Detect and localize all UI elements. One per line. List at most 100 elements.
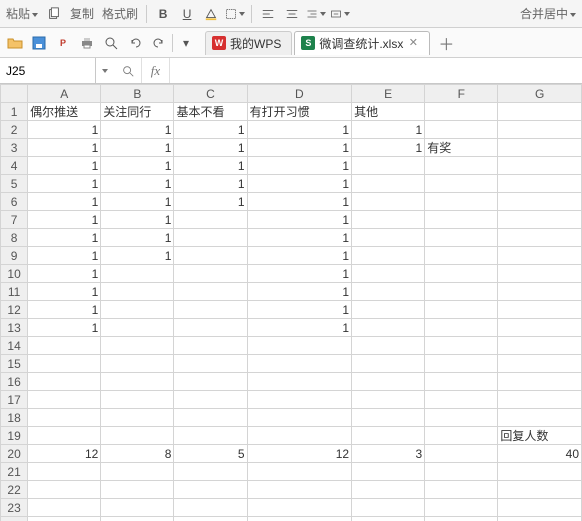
cell[interactable]: [498, 499, 582, 517]
row-header[interactable]: 15: [1, 355, 28, 373]
cell[interactable]: 其他: [352, 103, 425, 121]
row-header[interactable]: 20: [1, 445, 28, 463]
cell[interactable]: [28, 499, 101, 517]
cell[interactable]: [425, 229, 498, 247]
row-header[interactable]: 12: [1, 301, 28, 319]
cell[interactable]: [174, 373, 247, 391]
cell[interactable]: [352, 319, 425, 337]
cell[interactable]: [28, 337, 101, 355]
cell-reference-input[interactable]: [6, 64, 89, 78]
row-header[interactable]: 3: [1, 139, 28, 157]
cell[interactable]: [498, 157, 582, 175]
cell[interactable]: [352, 481, 425, 499]
cell[interactable]: [101, 409, 174, 427]
row-header[interactable]: 24: [1, 517, 28, 521]
cell[interactable]: [425, 481, 498, 499]
row-header[interactable]: 9: [1, 247, 28, 265]
col-header[interactable]: B: [101, 85, 174, 103]
cell[interactable]: 1: [101, 157, 174, 175]
cell[interactable]: [498, 229, 582, 247]
cell[interactable]: [425, 409, 498, 427]
cell[interactable]: [425, 391, 498, 409]
cell[interactable]: [425, 265, 498, 283]
cell[interactable]: [174, 301, 247, 319]
cell[interactable]: [174, 391, 247, 409]
formula-input[interactable]: [170, 58, 582, 83]
cell[interactable]: [498, 481, 582, 499]
row-header[interactable]: 1: [1, 103, 28, 121]
align-left-icon[interactable]: [258, 4, 278, 24]
cell[interactable]: 1: [247, 175, 351, 193]
cell[interactable]: [28, 391, 101, 409]
cell[interactable]: 5: [174, 445, 247, 463]
save-icon[interactable]: [28, 32, 50, 54]
cell[interactable]: 1: [247, 319, 351, 337]
cell[interactable]: [425, 301, 498, 319]
cell[interactable]: 1: [28, 139, 101, 157]
cell[interactable]: [247, 409, 351, 427]
cell[interactable]: [174, 337, 247, 355]
cell[interactable]: 1: [28, 175, 101, 193]
cell[interactable]: [352, 517, 425, 521]
cell[interactable]: [247, 481, 351, 499]
cell[interactable]: 1: [101, 193, 174, 211]
cell[interactable]: [174, 319, 247, 337]
row-header[interactable]: 8: [1, 229, 28, 247]
col-header[interactable]: F: [425, 85, 498, 103]
cell[interactable]: 1: [174, 139, 247, 157]
cell[interactable]: [174, 427, 247, 445]
cell[interactable]: 1: [28, 319, 101, 337]
cell[interactable]: [498, 391, 582, 409]
cell[interactable]: [425, 121, 498, 139]
row-header[interactable]: 16: [1, 373, 28, 391]
cell[interactable]: 1: [247, 265, 351, 283]
cell[interactable]: [247, 391, 351, 409]
copy-icon[interactable]: [44, 4, 64, 24]
cell[interactable]: [425, 355, 498, 373]
cell[interactable]: [425, 283, 498, 301]
cell[interactable]: 1: [174, 121, 247, 139]
row-header[interactable]: 2: [1, 121, 28, 139]
cell[interactable]: [352, 211, 425, 229]
cell[interactable]: 1: [28, 265, 101, 283]
row-header[interactable]: 14: [1, 337, 28, 355]
cell[interactable]: 1: [28, 229, 101, 247]
cell[interactable]: 1: [352, 139, 425, 157]
cell[interactable]: [174, 355, 247, 373]
cell[interactable]: 1: [101, 121, 174, 139]
row-header[interactable]: 5: [1, 175, 28, 193]
cell[interactable]: [247, 337, 351, 355]
underline-icon[interactable]: U: [177, 4, 197, 24]
cell[interactable]: 40: [498, 445, 582, 463]
row-header[interactable]: 4: [1, 157, 28, 175]
row-header[interactable]: 19: [1, 427, 28, 445]
cell[interactable]: [498, 103, 582, 121]
cell[interactable]: 1: [247, 211, 351, 229]
cell[interactable]: [174, 229, 247, 247]
cell[interactable]: [425, 247, 498, 265]
cell[interactable]: [498, 337, 582, 355]
row-header[interactable]: 18: [1, 409, 28, 427]
cell[interactable]: [28, 427, 101, 445]
col-header[interactable]: C: [174, 85, 247, 103]
cell[interactable]: 8: [101, 445, 174, 463]
cell[interactable]: 基本不看: [174, 103, 247, 121]
cell[interactable]: [498, 265, 582, 283]
cell[interactable]: [101, 463, 174, 481]
quickbar-more-icon[interactable]: ▾: [175, 32, 197, 54]
cell[interactable]: [352, 373, 425, 391]
cell[interactable]: 1: [174, 175, 247, 193]
cell[interactable]: 关注同行: [101, 103, 174, 121]
cell[interactable]: 1: [247, 157, 351, 175]
cell[interactable]: [498, 121, 582, 139]
cell[interactable]: [498, 463, 582, 481]
cell[interactable]: [352, 463, 425, 481]
merge-center-label[interactable]: 合并居中: [518, 5, 578, 22]
cell[interactable]: 1: [28, 283, 101, 301]
cell[interactable]: [352, 301, 425, 319]
cell[interactable]: [352, 355, 425, 373]
select-all-corner[interactable]: [1, 85, 28, 103]
cell[interactable]: [425, 157, 498, 175]
cell[interactable]: [101, 283, 174, 301]
print-icon[interactable]: [76, 32, 98, 54]
